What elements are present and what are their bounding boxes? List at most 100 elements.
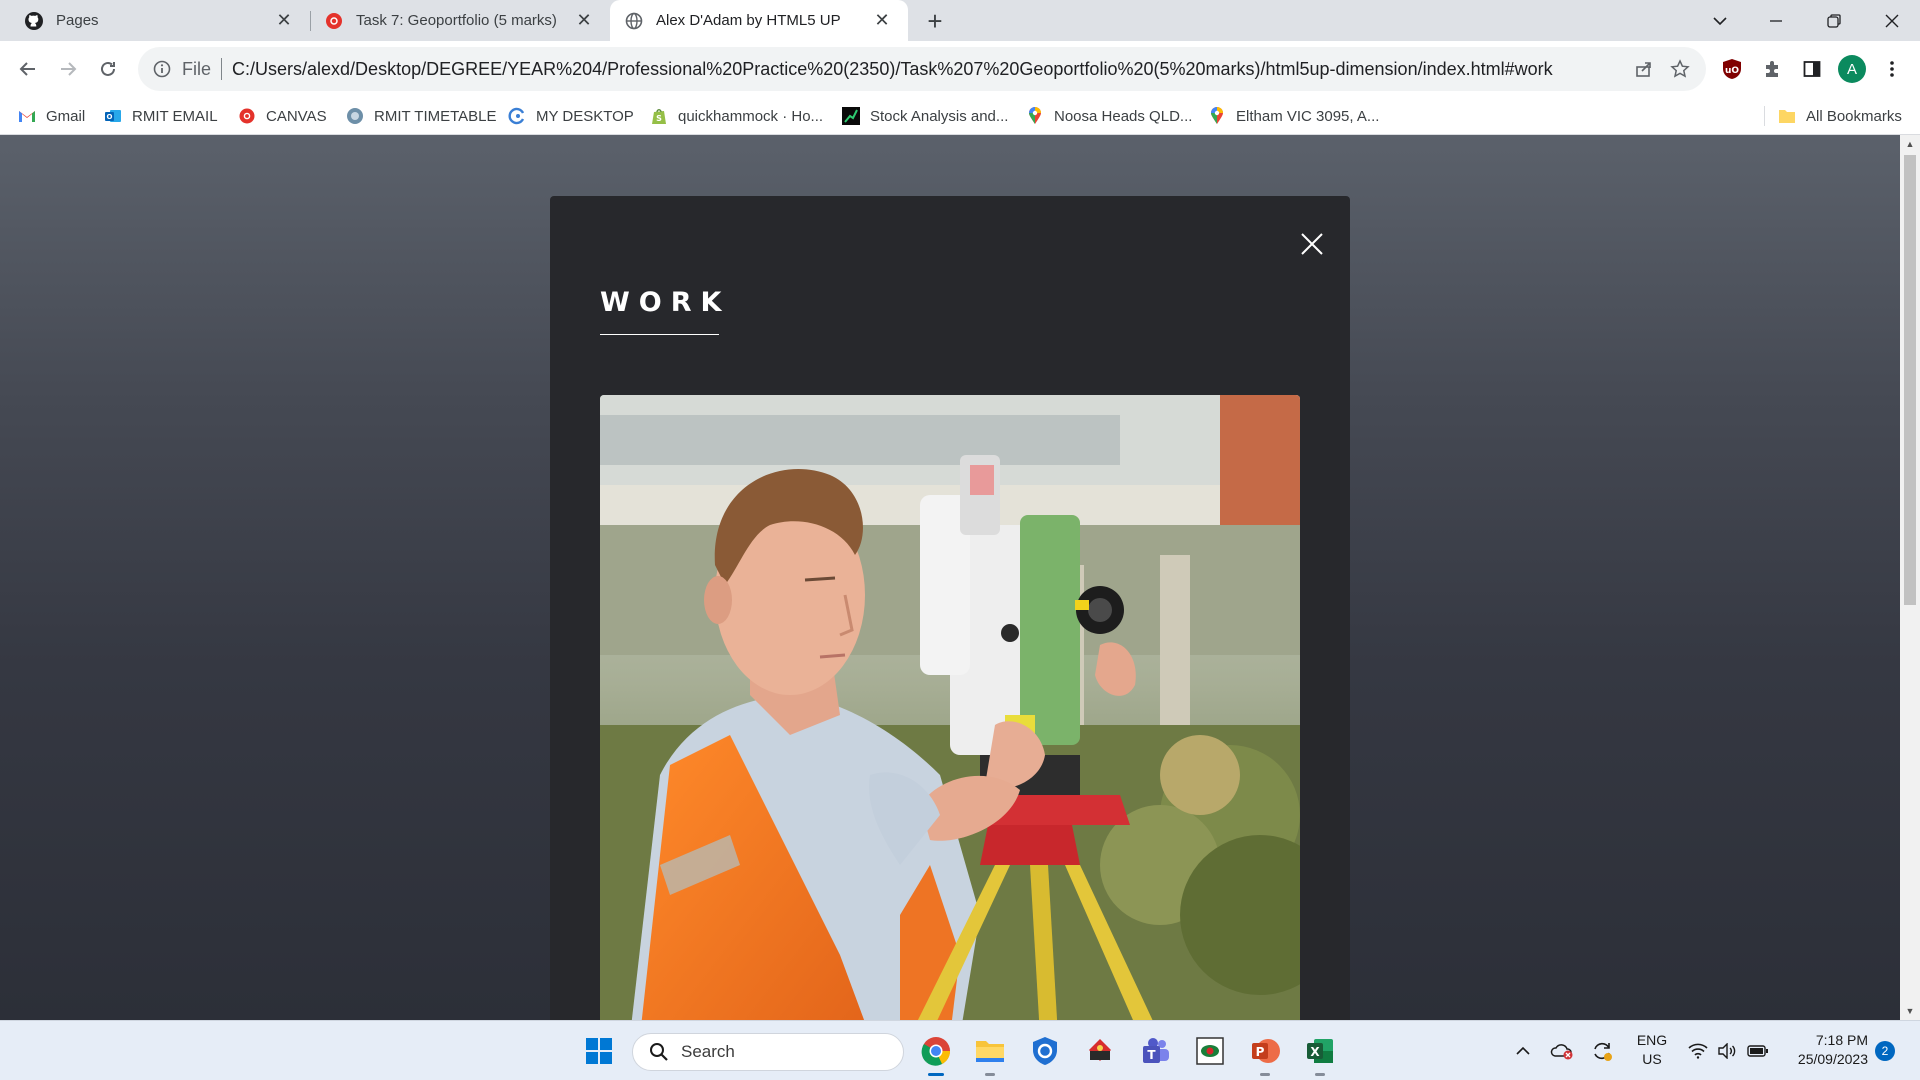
volume-icon[interactable] <box>1714 1033 1740 1069</box>
svg-text:T: T <box>1147 1048 1156 1062</box>
scrollbar-thumb[interactable] <box>1904 155 1916 605</box>
scroll-up-icon[interactable]: ▲ <box>1900 135 1920 153</box>
tab-title: Alex D'Adam by HTML5 UP <box>656 12 841 29</box>
bookmark-quickhammock[interactable]: S quickhammock · Ho... <box>650 104 823 128</box>
folder-icon <box>1778 107 1796 125</box>
taskbar-search-box[interactable]: Search <box>632 1033 904 1071</box>
keyboard-region: US <box>1642 1051 1662 1067</box>
site-info-icon[interactable] <box>152 59 172 79</box>
search-icon <box>647 1040 671 1064</box>
tab-title: Task 7: Geoportfolio (5 marks) <box>356 12 557 29</box>
bookmark-label: RMIT TIMETABLE <box>374 107 497 125</box>
language-code: ENG <box>1636 1032 1668 1048</box>
bookmark-label: All Bookmarks <box>1806 107 1902 125</box>
surveyor-photo <box>600 395 1300 1020</box>
notification-badge[interactable]: 2 <box>1875 1041 1895 1061</box>
show-hidden-icons-chevron-icon[interactable] <box>1510 1033 1536 1069</box>
close-window-icon[interactable] <box>1864 0 1920 41</box>
more-menu-icon[interactable] <box>1876 53 1908 85</box>
work-article-modal: WORK <box>550 196 1350 1020</box>
page-viewport: WORK <box>0 135 1900 1020</box>
svg-text:P: P <box>1256 1045 1265 1059</box>
bookmark-label: CANVAS <box>266 107 327 125</box>
snipping-tool-icon[interactable] <box>1190 1031 1230 1071</box>
url-scheme: File <box>182 58 212 79</box>
stock-icon <box>842 107 860 125</box>
close-tab-icon[interactable]: ✕ <box>870 9 894 33</box>
windows-start-icon[interactable] <box>579 1031 619 1071</box>
system-clock[interactable]: 7:18 PM 25/09/2023 <box>1778 1031 1868 1069</box>
vertical-scrollbar[interactable]: ▲ ▼ <box>1900 135 1920 1020</box>
windows-taskbar: Search T P X ENG US 7:18 PM 25/09/2023 2 <box>0 1020 1920 1080</box>
gmail-icon <box>18 107 36 125</box>
tab-strip: Pages ✕ Task 7: Geoportfolio (5 marks) ✕… <box>0 0 1920 41</box>
close-tab-icon[interactable]: ✕ <box>272 9 296 33</box>
scroll-down-icon[interactable]: ▼ <box>1900 1002 1920 1020</box>
language-indicator[interactable]: ENG US <box>1632 1031 1672 1069</box>
outlook-icon: O <box>104 107 122 125</box>
tab-alex-dadam[interactable]: Alex D'Adam by HTML5 UP ✕ <box>610 0 908 41</box>
excel-icon[interactable]: X <box>1300 1031 1340 1076</box>
side-panel-icon[interactable] <box>1796 53 1828 85</box>
extensions-icon[interactable] <box>1756 53 1788 85</box>
canvas-icon <box>324 11 344 31</box>
bookmark-rmit-email[interactable]: O RMIT EMAIL <box>104 104 218 128</box>
running-indicator <box>1315 1073 1325 1076</box>
bookmark-star-icon[interactable] <box>1662 51 1698 87</box>
address-bar[interactable]: File C:/Users/alexd/Desktop/DEGREE/YEAR%… <box>138 47 1706 91</box>
section-heading: WORK <box>600 286 730 335</box>
bookmark-eltham[interactable]: Eltham VIC 3095, A... <box>1208 104 1379 128</box>
ublock-icon[interactable]: uO <box>1716 53 1748 85</box>
reload-icon[interactable] <box>90 51 126 87</box>
tab-pages[interactable]: Pages ✕ <box>0 0 310 41</box>
minimize-icon[interactable] <box>1748 0 1804 41</box>
bookmark-my-desktop[interactable]: MY DESKTOP <box>508 104 634 128</box>
running-indicator <box>985 1073 995 1076</box>
all-bookmarks-button[interactable]: All Bookmarks <box>1778 104 1902 128</box>
bookmark-label: Gmail <box>46 107 86 125</box>
bookmark-label: Stock Analysis and... <box>870 107 1009 125</box>
restore-icon[interactable] <box>1806 0 1862 41</box>
timetable-icon <box>346 107 364 125</box>
globe-icon <box>624 11 644 31</box>
heading-underline <box>600 334 719 335</box>
bookmark-label: RMIT EMAIL <box>132 107 218 125</box>
game-app-icon[interactable] <box>1080 1031 1120 1071</box>
profile-initial: A <box>1838 55 1866 83</box>
bookmark-rmit-timetable[interactable]: RMIT TIMETABLE <box>346 104 497 128</box>
chrome-taskbar-icon[interactable] <box>916 1031 956 1076</box>
svg-text:S: S <box>656 114 662 123</box>
svg-text:uO: uO <box>1725 66 1739 76</box>
bookmark-stock-analysis[interactable]: Stock Analysis and... <box>842 104 1008 128</box>
wifi-icon[interactable] <box>1684 1033 1712 1069</box>
profile-avatar[interactable]: A <box>1836 53 1868 85</box>
battery-icon[interactable] <box>1744 1033 1772 1069</box>
tab-title: Pages <box>56 12 99 29</box>
bookmark-label: quickhammock · Ho... <box>678 107 824 125</box>
close-tab-icon[interactable]: ✕ <box>572 9 596 33</box>
bookmark-noosa-heads[interactable]: Noosa Heads QLD... <box>1026 104 1192 128</box>
close-article-button[interactable] <box>1290 222 1334 266</box>
clock-date: 25/09/2023 <box>1797 1051 1868 1067</box>
security-app-icon[interactable] <box>1025 1031 1065 1071</box>
bookmark-canvas[interactable]: CANVAS <box>238 104 327 128</box>
shopify-icon: S <box>650 107 668 125</box>
url-text[interactable]: C:/Users/alexd/Desktop/DEGREE/YEAR%204/P… <box>232 59 1626 80</box>
url-divider <box>221 58 223 80</box>
back-icon[interactable] <box>10 51 46 87</box>
running-indicator <box>1260 1073 1270 1076</box>
share-icon[interactable] <box>1626 51 1662 87</box>
bookmarks-divider <box>1764 106 1765 126</box>
file-explorer-icon[interactable] <box>970 1031 1010 1076</box>
tab-search-icon[interactable] <box>1692 0 1748 41</box>
bookmark-gmail[interactable]: Gmail <box>18 104 85 128</box>
onedrive-error-icon[interactable] <box>1548 1033 1576 1069</box>
tab-geoportfolio[interactable]: Task 7: Geoportfolio (5 marks) ✕ <box>310 0 610 41</box>
page-title: WORK <box>600 287 731 318</box>
sync-icon[interactable] <box>1588 1033 1616 1069</box>
forward-icon[interactable] <box>50 51 86 87</box>
teams-icon[interactable]: T <box>1135 1031 1175 1071</box>
powerpoint-icon[interactable]: P <box>1245 1031 1285 1076</box>
github-icon <box>24 11 44 31</box>
new-tab-button[interactable]: + <box>920 6 950 36</box>
